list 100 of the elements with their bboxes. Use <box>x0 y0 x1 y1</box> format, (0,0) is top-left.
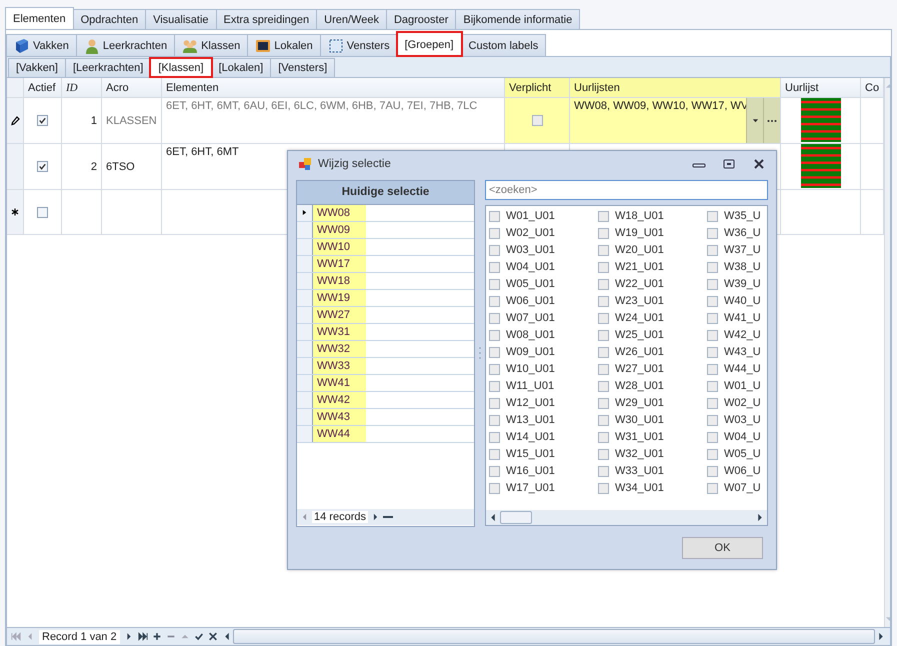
tab[interactable]: [Klassen] <box>150 58 212 77</box>
checkbox-item[interactable]: W39_U <box>707 276 767 293</box>
list-item[interactable]: WW33 <box>313 358 366 374</box>
checkbox-item[interactable]: W06_U01 <box>489 292 598 310</box>
checkbox-item[interactable]: W22_U01 <box>598 276 707 293</box>
checkbox-item[interactable]: W16_U01 <box>489 462 598 480</box>
checkbox-item[interactable]: W11_U01 <box>489 378 598 395</box>
checkbox-item[interactable]: W04_U01 <box>489 258 598 276</box>
previous-icon[interactable] <box>302 512 307 521</box>
checkbox-item[interactable]: W34_U01 <box>598 480 707 497</box>
ellipsis-button[interactable] <box>763 98 780 143</box>
last-record-icon[interactable] <box>138 632 148 641</box>
checkbox-item[interactable]: W07_U01 <box>489 310 598 327</box>
list-item[interactable]: WW17 <box>313 256 366 272</box>
checkbox-item[interactable]: W24_U01 <box>598 310 707 327</box>
checkmark-icon[interactable] <box>194 632 204 641</box>
checkbox-item[interactable]: W30_U01 <box>598 412 707 429</box>
checkbox-item[interactable]: W05_U <box>707 446 767 463</box>
column-header[interactable]: ID <box>62 78 102 97</box>
checkbox-item[interactable]: W38_U <box>707 258 767 276</box>
checkbox-item[interactable]: W19_U01 <box>598 224 707 242</box>
checkbox-item[interactable]: W27_U01 <box>598 360 707 378</box>
scroll-left-icon[interactable] <box>224 632 230 641</box>
checkbox-item[interactable]: W08_U01 <box>489 326 598 344</box>
list-item[interactable]: WW10 <box>313 238 366 255</box>
list-item[interactable]: WW27 <box>313 306 366 323</box>
add-icon[interactable] <box>152 632 162 641</box>
checkbox-item[interactable]: W20_U01 <box>598 242 707 259</box>
checkbox-item[interactable]: W01_U01 <box>489 208 598 225</box>
tab[interactable]: Vensters <box>320 34 398 56</box>
tab[interactable]: [Leerkrachten] <box>65 58 152 77</box>
checkbox-item[interactable]: W44_U <box>707 360 767 378</box>
checkbox-item[interactable]: W29_U01 <box>598 394 707 412</box>
tab[interactable]: Dagrooster <box>386 9 456 29</box>
checkbox-item[interactable]: W33_U01 <box>598 462 707 480</box>
column-header[interactable]: Verplicht <box>505 78 570 97</box>
checkbox-item[interactable]: W32_U01 <box>598 446 707 463</box>
checkbox-item[interactable]: W28_U01 <box>598 378 707 395</box>
checkbox-item[interactable]: W18_U01 <box>598 208 707 225</box>
dropdown-button[interactable] <box>746 98 763 143</box>
horizontal-scrollbar[interactable] <box>486 510 767 525</box>
list-item[interactable]: WW42 <box>313 392 366 408</box>
scroll-right-icon[interactable] <box>757 512 763 522</box>
list-item[interactable]: WW31 <box>313 324 366 340</box>
checkbox-item[interactable]: W07_U <box>707 480 767 497</box>
checkbox-item[interactable]: W14_U01 <box>489 428 598 446</box>
checkbox-item[interactable]: W36_U <box>707 224 767 242</box>
tab[interactable]: Bijkomende informatie <box>455 9 580 29</box>
checkbox[interactable] <box>37 115 48 126</box>
scroll-left-icon[interactable] <box>490 512 496 522</box>
checkbox-item[interactable]: W26_U01 <box>598 344 707 361</box>
tab[interactable]: Lokalen <box>247 34 321 56</box>
tab[interactable]: [Vakken] <box>8 58 66 77</box>
list-item[interactable]: WW18 <box>313 272 366 289</box>
search-field[interactable]: <zoeken> <box>485 180 768 200</box>
tab[interactable]: [Groepen] <box>396 32 462 56</box>
checkbox-item[interactable]: W42_U <box>707 326 767 344</box>
checkbox-item[interactable]: W04_U <box>707 428 767 446</box>
tab[interactable]: Klassen <box>174 34 248 56</box>
scroll-thumb[interactable] <box>500 510 532 524</box>
checkbox-item[interactable]: W10_U01 <box>489 360 598 378</box>
ok-button[interactable]: OK <box>682 536 763 559</box>
list-item[interactable]: WW09 <box>313 222 366 238</box>
checkbox-item[interactable]: W40_U <box>707 292 767 310</box>
column-header[interactable]: Huidige selectie <box>297 180 474 205</box>
checkbox-item[interactable]: W13_U01 <box>489 412 598 429</box>
row-header[interactable] <box>297 204 313 221</box>
checkbox-item[interactable]: W17_U01 <box>489 480 598 497</box>
checkbox-item[interactable]: W02_U <box>707 394 767 412</box>
tab[interactable]: Leerkrachten <box>76 34 176 56</box>
column-header[interactable]: Uurlijsten <box>570 78 781 97</box>
list-item[interactable]: WW08 <box>313 204 366 221</box>
list-item[interactable]: WW32 <box>313 340 366 357</box>
tab[interactable]: Uren/Week <box>316 9 387 29</box>
checkbox[interactable] <box>532 115 542 126</box>
checkbox-item[interactable]: W03_U01 <box>489 242 598 259</box>
checkbox[interactable] <box>37 206 48 218</box>
checkbox-item[interactable]: W03_U <box>707 412 767 429</box>
tab[interactable]: Elementen <box>5 7 74 29</box>
tab[interactable]: [Lokalen] <box>210 58 272 77</box>
checkbox[interactable] <box>37 161 48 172</box>
close-icon[interactable] <box>208 632 218 641</box>
checkbox-item[interactable]: W43_U <box>707 344 767 361</box>
tab[interactable]: Visualisatie <box>145 9 217 29</box>
checkbox-item[interactable]: W15_U01 <box>489 446 598 463</box>
checkbox-item[interactable]: W25_U01 <box>598 326 707 344</box>
list-item[interactable]: WW41 <box>313 374 366 391</box>
maximize-icon[interactable] <box>722 159 736 170</box>
checkbox-item[interactable]: W05_U01 <box>489 276 598 293</box>
caret-up-icon[interactable] <box>180 632 190 641</box>
close-icon[interactable] <box>752 159 766 170</box>
checkbox-item[interactable]: W06_U <box>707 462 767 480</box>
tab[interactable]: Custom labels <box>460 34 546 56</box>
column-header[interactable]: Acro <box>102 78 162 97</box>
column-header[interactable]: Actief <box>24 78 62 97</box>
checkbox-item[interactable]: W35_U <box>707 208 767 225</box>
checkbox-item[interactable]: W31_U01 <box>598 428 707 446</box>
checkbox-item[interactable]: W09_U01 <box>489 344 598 361</box>
checkbox-item[interactable]: W37_U <box>707 242 767 259</box>
list-item[interactable]: WW19 <box>313 290 366 306</box>
